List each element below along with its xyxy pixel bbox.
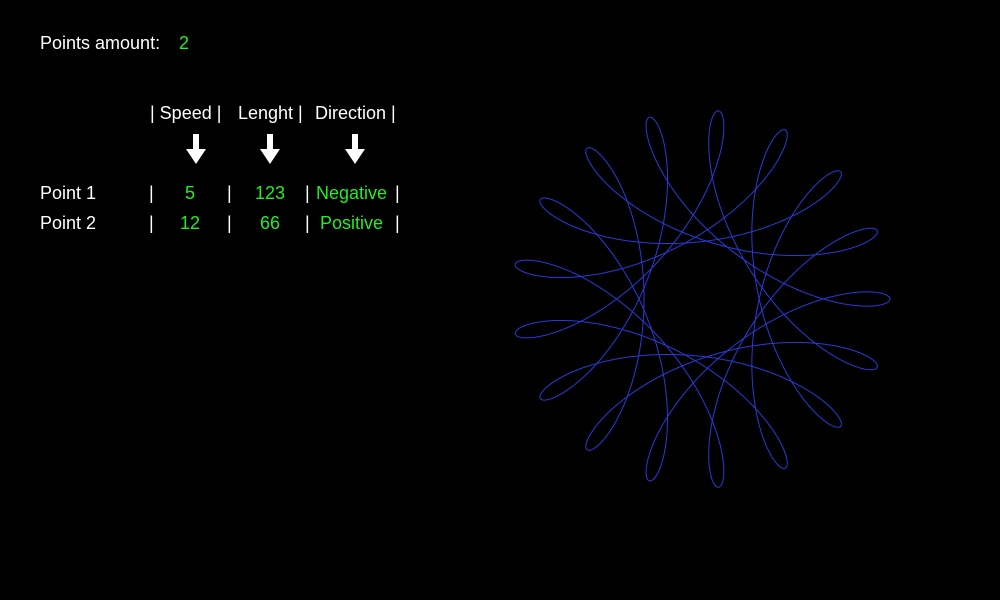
curve-path [514,110,891,488]
spirograph-curve [514,110,891,488]
